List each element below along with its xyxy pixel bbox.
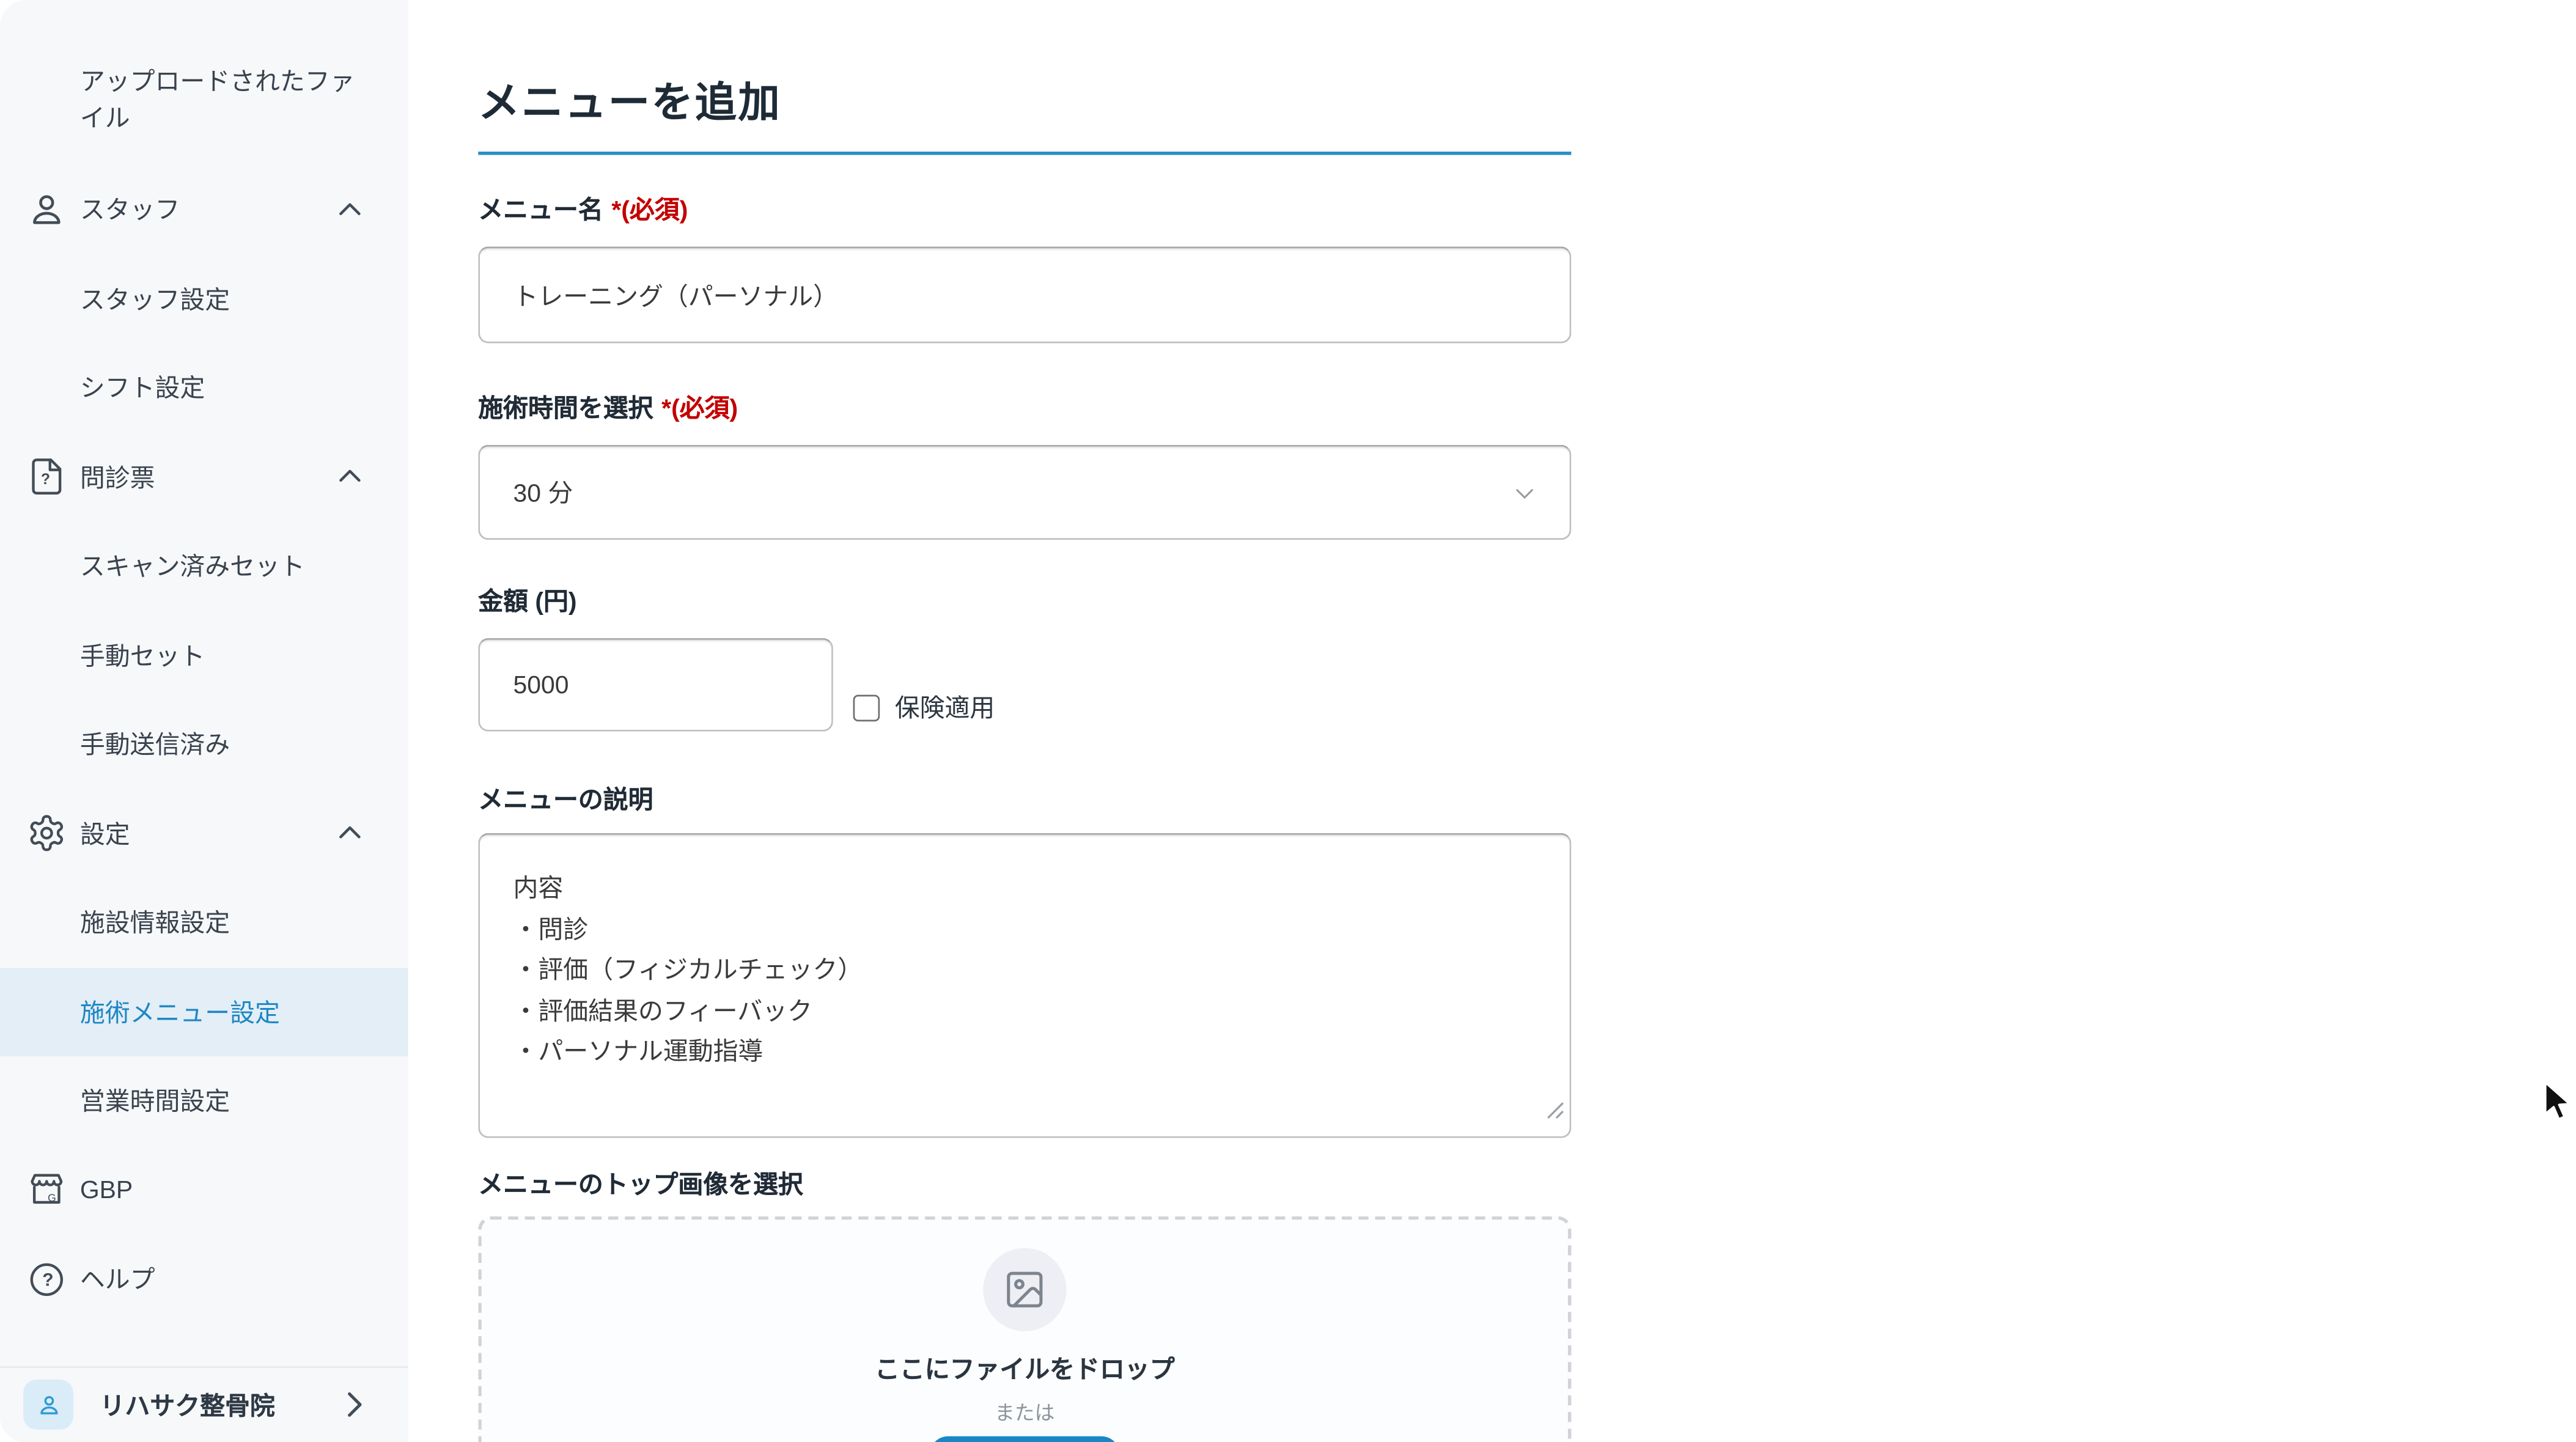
duration-select-value: 30 分 <box>513 475 573 510</box>
sidebar-item-uploaded-files[interactable]: アップロードされたファイル <box>0 65 408 138</box>
sidebar-item-label: スタッフ設定 <box>80 281 230 316</box>
duration-select[interactable]: 30 分 <box>478 445 1571 540</box>
sidebar-item-business-hours-settings[interactable]: 営業時間設定 <box>0 1056 408 1146</box>
required-badge: *(必須) <box>661 395 738 423</box>
sidebar-item-label: 施設情報設定 <box>80 905 230 940</box>
insurance-checkbox[interactable] <box>853 695 880 722</box>
chevron-up-icon <box>331 815 368 852</box>
svg-text:?: ? <box>42 1270 53 1290</box>
sidebar-item-label: 手動セット <box>80 638 205 672</box>
svg-text:?: ? <box>41 472 50 488</box>
description-label: メニューの説明 <box>478 781 1571 816</box>
sidebar-item-label: シフト設定 <box>80 370 205 405</box>
resize-handle-icon[interactable] <box>1546 1098 1564 1128</box>
required-badge: *(必須) <box>611 197 688 225</box>
sidebar-group-settings[interactable]: 設定 <box>0 789 408 878</box>
chevron-right-icon <box>335 1386 372 1423</box>
gear-icon <box>27 814 67 853</box>
app-window: アップロードされたファイル スタッフ スタッフ設定 シフト設定 ? <box>0 0 2576 1442</box>
help-icon: ? <box>27 1259 67 1299</box>
sidebar-group-questionnaire[interactable]: ? 問診票 <box>0 432 408 521</box>
sidebar-item-label: 手動送信済み <box>80 727 230 762</box>
chevron-up-icon <box>331 191 368 228</box>
duration-label: 施術時間を選択*(必須) <box>478 390 1571 425</box>
sidebar-item-label: スキャン済みセット <box>80 548 305 583</box>
person-icon <box>27 189 67 229</box>
sidebar-item-help[interactable]: ? ヘルプ <box>0 1235 408 1324</box>
sidebar-item-label: GBP <box>80 1176 133 1204</box>
clinic-avatar <box>23 1380 73 1430</box>
store-icon: G <box>27 1170 67 1210</box>
sidebar-item-staff-settings[interactable]: スタッフ設定 <box>0 254 408 344</box>
image-dropzone[interactable]: ここにファイルをドロップ または ファイルを選択 PNG または JPG (最大… <box>478 1216 1571 1442</box>
image-upload-label: メニューのトップ画像を選択 <box>478 1166 1571 1201</box>
sidebar-item-manual-set[interactable]: 手動セット <box>0 611 408 700</box>
chevron-down-icon <box>1510 477 1540 507</box>
price-label: 金額 (円) <box>478 583 1571 618</box>
sidebar-item-label: 施術メニュー設定 <box>80 995 280 1029</box>
image-icon <box>983 1248 1066 1331</box>
mouse-cursor <box>2539 1081 2576 1121</box>
sidebar-item-label: 設定 <box>80 816 130 851</box>
title-underline <box>478 152 1571 155</box>
page-title: メニューを追加 <box>478 76 1571 130</box>
menu-name-input[interactable] <box>478 246 1571 343</box>
sidebar-item-label: アップロードされたファイル <box>80 65 374 138</box>
price-input[interactable] <box>478 638 833 732</box>
insurance-checkbox-label: 保険適用 <box>895 690 995 724</box>
sidebar-item-label: 営業時間設定 <box>80 1083 230 1118</box>
sidebar-footer-clinic[interactable]: リハサク整骨院 <box>0 1366 408 1442</box>
sidebar-item-gbp[interactable]: G GBP <box>0 1146 408 1235</box>
dropzone-text: ここにファイルをドロップ <box>482 1352 1568 1386</box>
sidebar-item-label: スタッフ <box>80 192 180 227</box>
sidebar: アップロードされたファイル スタッフ スタッフ設定 シフト設定 ? <box>0 0 408 1442</box>
sidebar-item-facility-info-settings[interactable]: 施設情報設定 <box>0 878 408 967</box>
sidebar-item-scanned-set[interactable]: スキャン済みセット <box>0 521 408 611</box>
sidebar-item-manual-sent[interactable]: 手動送信済み <box>0 700 408 789</box>
sidebar-item-label: 問診票 <box>80 460 155 495</box>
sidebar-nav: アップロードされたファイル スタッフ スタッフ設定 シフト設定 ? <box>0 0 408 1324</box>
sidebar-item-shift-settings[interactable]: シフト設定 <box>0 344 408 433</box>
description-textarea[interactable]: 内容 ・問診 ・評価（フィジカルチェック） ・評価結果のフィーバック ・パーソナ… <box>478 833 1571 1138</box>
clinic-name: リハサク整骨院 <box>100 1387 275 1422</box>
sidebar-group-staff[interactable]: スタッフ <box>0 165 408 254</box>
dropzone-or-text: または <box>482 1398 1568 1426</box>
chevron-up-icon <box>331 458 368 495</box>
questionnaire-icon: ? <box>27 457 67 497</box>
svg-text:G: G <box>48 1192 56 1204</box>
sidebar-item-treatment-menu-settings[interactable]: 施術メニュー設定 <box>0 967 408 1056</box>
select-file-button[interactable]: ファイルを選択 <box>930 1436 1119 1442</box>
sidebar-item-label: ヘルプ <box>80 1262 155 1297</box>
menu-name-label: メニュー名*(必須) <box>478 191 1571 226</box>
main-content: メニューを追加 メニュー名*(必須) 施術時間を選択*(必須) 30 分 金額 … <box>408 0 2576 1442</box>
